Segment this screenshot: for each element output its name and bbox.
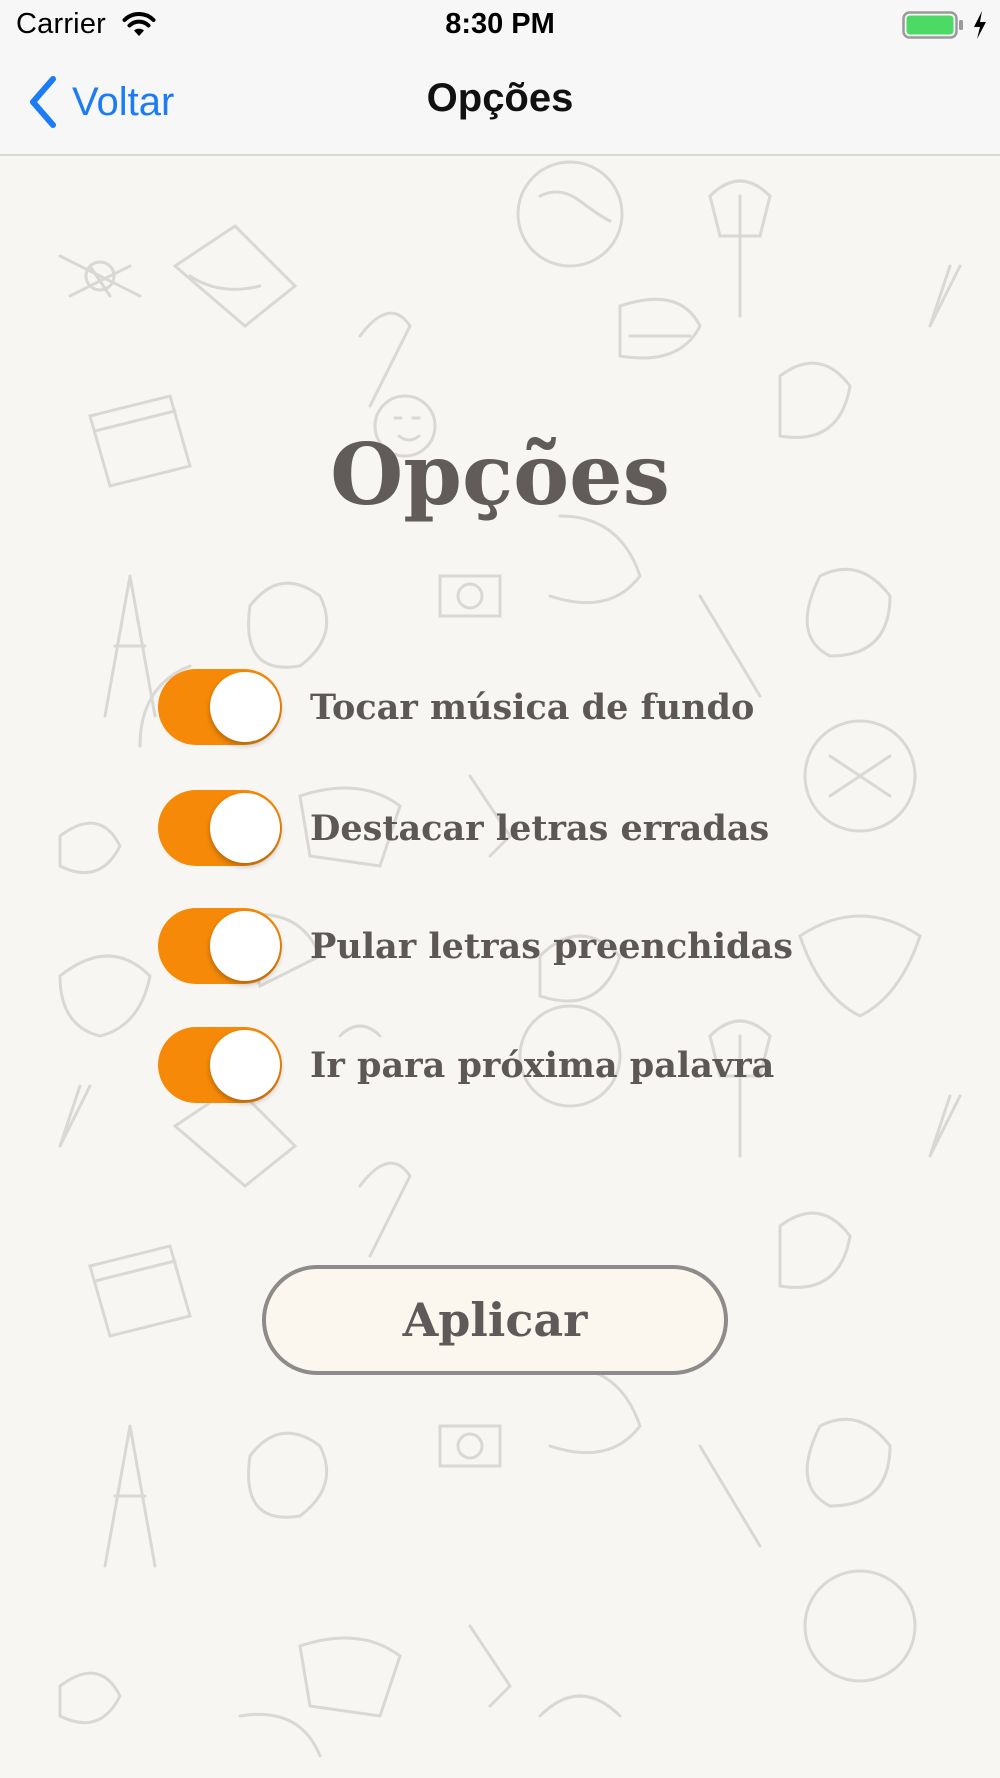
option-row-skip-filled-letters: Pular letras preenchidas <box>158 908 793 984</box>
apply-button[interactable]: Aplicar <box>262 1265 728 1375</box>
clock: 8:30 PM <box>445 8 555 40</box>
toggle-knob <box>210 911 280 981</box>
option-row-next-word: Ir para próxima palavra <box>158 1027 774 1103</box>
toggle-knob <box>210 793 280 863</box>
option-label: Pular letras preenchidas <box>310 925 793 967</box>
option-label: Ir para próxima palavra <box>310 1044 775 1086</box>
toggle-next-word[interactable] <box>158 1027 282 1103</box>
toggle-highlight-wrong-letters[interactable] <box>158 790 282 866</box>
toggle-skip-filled-letters[interactable] <box>158 908 282 984</box>
option-label: Tocar música de fundo <box>310 686 755 728</box>
navigation-bar: Voltar Opções <box>0 50 1000 156</box>
charging-bolt-icon <box>974 11 986 39</box>
option-row-background-music: Tocar música de fundo <box>158 669 754 745</box>
battery-full-icon <box>902 11 963 39</box>
status-bar: Carrier 8:30 PM <box>0 0 1000 50</box>
apply-button-label: Aplicar <box>402 1293 588 1347</box>
option-label: Destacar letras erradas <box>310 807 770 849</box>
toggle-background-music[interactable] <box>158 669 282 745</box>
toggle-knob <box>210 672 280 742</box>
page-heading: Opções <box>330 425 670 524</box>
option-row-highlight-wrong-letters: Destacar letras erradas <box>158 790 769 866</box>
nav-title: Opções <box>426 76 574 120</box>
toggle-knob <box>210 1030 280 1100</box>
